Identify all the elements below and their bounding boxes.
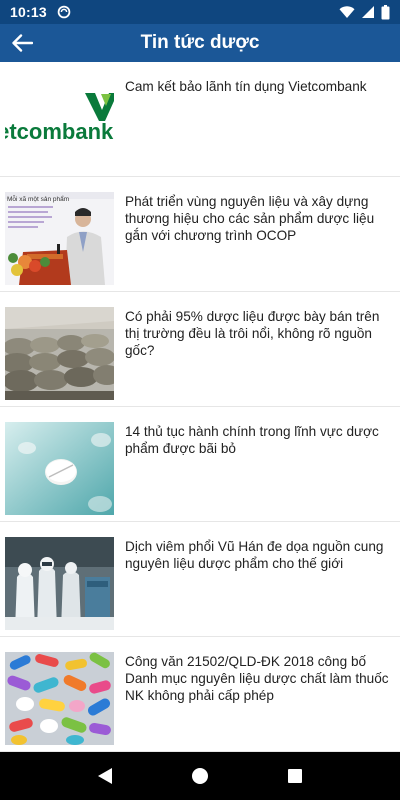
- news-thumbnail-ocop: Mỗi xã một sản phẩm: [5, 192, 114, 285]
- status-time: 10:13: [10, 4, 47, 20]
- app-bar: Tin tức dược: [0, 24, 400, 62]
- news-thumbnail-capsules: [5, 652, 114, 745]
- nav-home-button[interactable]: [180, 756, 220, 796]
- news-thumbnail-pills: [5, 422, 114, 515]
- signal-icon: [362, 6, 374, 18]
- news-item[interactable]: Mỗi xã một sản phẩm Phát triển vùng nguy…: [0, 177, 400, 292]
- news-item[interactable]: ietcombank Cam kết bảo lãnh tín dụng Vie…: [0, 62, 400, 177]
- news-thumbnail-vietcombank: ietcombank: [5, 77, 114, 170]
- nav-recents-button[interactable]: [275, 756, 315, 796]
- news-item[interactable]: Dịch viêm phổi Vũ Hán đe dọa nguồn cung …: [0, 522, 400, 637]
- news-title: Phát triển vùng nguyên liệu và xây dựng …: [125, 194, 375, 243]
- news-thumbnail-warehouse: [5, 307, 114, 400]
- news-thumbnail-hazmat: [5, 537, 114, 630]
- triangle-back-icon: [98, 768, 113, 784]
- circle-home-icon: [191, 768, 208, 784]
- status-bar: 10:13: [0, 0, 400, 24]
- square-recents-icon: [287, 769, 302, 783]
- news-title: 14 thủ tục hành chính trong lĩnh vực dượ…: [125, 424, 379, 456]
- screen: 10:13 Tin tức dược tcombank Cam kết bảo …: [0, 0, 400, 800]
- sync-icon: [57, 5, 71, 19]
- battery-icon: [381, 4, 390, 19]
- news-list[interactable]: ietcombank Cam kết bảo lãnh tín dụng Vie…: [0, 62, 400, 752]
- news-item[interactable]: Công văn 21502/QLD-ĐK 2018 công bố Danh …: [0, 637, 400, 752]
- news-item[interactable]: 14 thủ tục hành chính trong lĩnh vực dượ…: [0, 407, 400, 522]
- status-icons: [339, 4, 390, 20]
- news-title: Cam kết bảo lãnh tín dụng Vietcombank: [125, 79, 367, 94]
- svg-text:Mỗi xã một sản phẩm: Mỗi xã một sản phẩm: [7, 194, 69, 203]
- wifi-icon: [339, 6, 355, 18]
- news-title: Công văn 21502/QLD-ĐK 2018 công bố Danh …: [125, 654, 389, 703]
- svg-text:ietcombank: ietcombank: [5, 119, 114, 144]
- system-nav-bar: [0, 752, 400, 800]
- page-title: Tin tức dược: [140, 32, 260, 53]
- news-item[interactable]: Có phải 95% dược liệu được bày bán trên …: [0, 292, 400, 407]
- nav-back-button[interactable]: [85, 756, 125, 796]
- news-title: Dịch viêm phổi Vũ Hán đe dọa nguồn cung …: [125, 539, 384, 571]
- news-title: Có phải 95% dược liệu được bày bán trên …: [125, 309, 380, 358]
